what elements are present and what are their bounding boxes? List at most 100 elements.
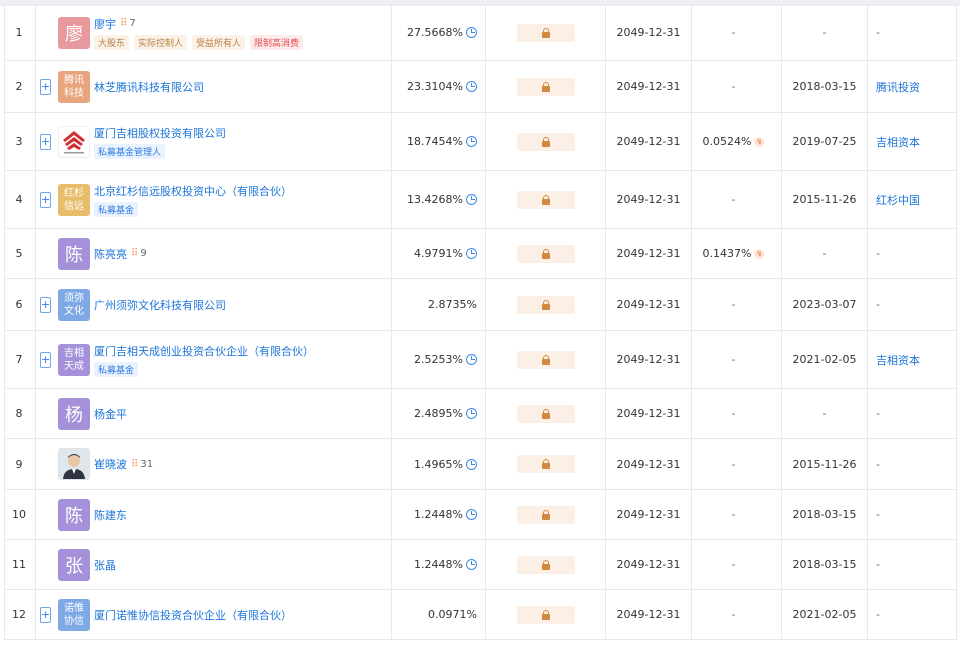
shareholder-table: 1 廖 廖宇 ⠿ 7 大股东 实际控制人 受益所有人 限制高消费 27.5668… <box>4 4 957 640</box>
table-row: 1 廖 廖宇 ⠿ 7 大股东 实际控制人 受益所有人 限制高消费 27.5668… <box>4 4 957 61</box>
first-holding-date-cell: - <box>781 228 868 279</box>
shareholder-avatar[interactable]: 腾讯 科技 <box>58 70 90 103</box>
shareholder-name-link[interactable]: 北京红杉信远股权投资中心（有限合伙） <box>94 183 292 199</box>
related-product-cell: - <box>867 539 957 590</box>
shareholder-avatar[interactable]: 张 <box>58 548 90 581</box>
indirect-ratio: - <box>731 457 736 471</box>
ratio-cell: 4.9791% <box>391 228 486 279</box>
shareholder-name-link[interactable]: 厦门吉相天成创业投资合伙企业（有限合伙） <box>94 343 314 359</box>
indirect-wrap: - <box>732 458 736 471</box>
expand-plus-icon[interactable]: + <box>40 606 51 623</box>
subscription-due-date: 2049-12-31 <box>616 26 681 39</box>
shareholder-name-link[interactable]: 廖宇 <box>94 16 116 32</box>
equity-chart-icon[interactable] <box>466 509 477 520</box>
locked-value-button[interactable] <box>516 295 575 314</box>
locked-value-button[interactable] <box>516 244 575 263</box>
shareholder-name-link[interactable]: 陈亮亮 <box>94 246 127 262</box>
expand-plus-icon[interactable]: + <box>40 296 51 313</box>
shareholder-avatar[interactable]: 杨 <box>58 397 90 430</box>
equity-chart-icon[interactable] <box>466 27 477 38</box>
relation-badge[interactable]: ⠿ 9 <box>131 248 147 259</box>
subscription-due-date: 2049-12-31 <box>616 193 681 206</box>
relation-badge[interactable]: ⠿ 7 <box>120 18 136 29</box>
shareholder-name-wrap: 陈 陈亮亮 ⠿ 9 <box>40 237 387 270</box>
shareholder-name-link[interactable]: 厦门诺惟协信投资合伙企业（有限合伙） <box>94 607 292 623</box>
indirect-path-icon[interactable]: ↯ <box>754 136 765 147</box>
first-holding-date: 2015-11-26 <box>792 457 857 471</box>
equity-chart-icon[interactable] <box>466 136 477 147</box>
expand-plus-icon[interactable]: + <box>40 351 51 368</box>
locked-value-button[interactable] <box>516 404 575 423</box>
shareholder-name-link[interactable]: 杨金平 <box>94 406 127 422</box>
shareholder-info: 广州须弥文化科技有限公司 <box>94 297 226 313</box>
equity-chart-icon[interactable] <box>466 81 477 92</box>
shareholder-avatar[interactable]: 廖 <box>58 16 90 49</box>
shareholder-name-link[interactable]: 张晶 <box>94 557 116 573</box>
locked-value-button[interactable] <box>516 505 575 524</box>
lock-icon <box>541 459 550 469</box>
shareholder-name-link[interactable]: 陈建东 <box>94 507 127 523</box>
lock-icon <box>541 509 550 520</box>
indirect-cell: - <box>691 438 782 490</box>
locked-value-button[interactable] <box>516 605 575 624</box>
shareholder-avatar[interactable]: 吉相 天成 <box>58 343 90 376</box>
equity-chart-icon[interactable] <box>466 458 477 470</box>
shareholder-name-link[interactable]: 林芝腾讯科技有限公司 <box>94 79 204 95</box>
related-product-link[interactable]: 吉相资本 <box>876 354 920 367</box>
ratio-cell: 1.2448% <box>391 489 486 540</box>
shareholder-avatar[interactable]: 陈 <box>58 237 90 270</box>
person-photo-icon[interactable] <box>58 448 90 480</box>
related-product-cell: - <box>867 589 957 640</box>
related-product-link[interactable]: 红杉中国 <box>876 194 920 207</box>
equity-chart-icon[interactable] <box>466 559 477 570</box>
related-product-link[interactable]: 吉相资本 <box>876 136 920 149</box>
locked-value-button[interactable] <box>516 455 575 473</box>
relation-badge[interactable]: ⠿ 31 <box>131 459 153 470</box>
locked-value-button[interactable] <box>516 132 575 151</box>
ratio-cell: 2.8735% <box>391 278 486 331</box>
date-cell: 2049-12-31 <box>605 330 692 389</box>
related-product-link: - <box>876 407 880 420</box>
shareholder-avatar[interactable]: 陈 <box>58 498 90 531</box>
row-index-cell: 8 <box>4 388 36 439</box>
equity-chart-icon[interactable] <box>466 248 477 259</box>
row-index: 10 <box>12 508 26 521</box>
shareholder-name-wrap: 陈 陈建东 <box>40 498 387 531</box>
company-logo-icon[interactable] <box>58 125 90 158</box>
equity-chart-icon[interactable] <box>466 354 477 365</box>
first-holding-date: 2021-02-05 <box>792 353 857 366</box>
shareholder-tags: 私募基金 <box>94 361 314 377</box>
expand-plus-icon[interactable]: + <box>40 78 51 95</box>
date-cell: 2049-12-31 <box>605 438 692 490</box>
first-holding-date: 2023-03-07 <box>792 298 857 311</box>
indirect-path-icon[interactable]: ↯ <box>754 248 765 259</box>
locked-value-button[interactable] <box>516 555 575 574</box>
related-product-link[interactable]: 腾讯投资 <box>876 81 920 94</box>
expand-plus-icon[interactable]: + <box>40 133 51 150</box>
shareholder-avatar[interactable]: 红杉 信远 <box>58 183 90 216</box>
locked-value-button[interactable] <box>516 350 575 369</box>
shareholder-name-line: 杨金平 <box>94 406 127 422</box>
table-row: 10 陈 陈建东 1.2448% 2049-12-31 - 2018-03-15… <box>4 489 957 540</box>
locked-value-button[interactable] <box>516 77 575 96</box>
shareholder-avatar[interactable]: 须弥 文化 <box>58 288 90 321</box>
locked-value-button[interactable] <box>516 190 575 209</box>
row-index-cell: 6 <box>4 278 36 331</box>
shareholder-name-link[interactable]: 广州须弥文化科技有限公司 <box>94 297 226 313</box>
indirect-ratio: - <box>731 26 736 39</box>
equity-chart-icon[interactable] <box>466 408 477 419</box>
shareholding-ratio: 1.4965% <box>414 457 463 471</box>
indirect-ratio: 0.1437% <box>702 247 752 260</box>
shareholding-ratio: 4.9791% <box>414 247 463 260</box>
related-product-cell: - <box>867 278 957 331</box>
shareholder-info: 廖宇 ⠿ 7 大股东 实际控制人 受益所有人 限制高消费 <box>94 16 308 50</box>
first-holding-date: 2018-03-15 <box>792 558 857 571</box>
shareholder-avatar[interactable]: 诺惟 协信 <box>58 598 90 631</box>
equity-chart-icon[interactable] <box>466 194 477 205</box>
shareholder-name-link[interactable]: 崔晓波 <box>94 456 127 472</box>
expand-plus-icon[interactable]: + <box>40 191 51 208</box>
indirect-wrap: - <box>732 26 736 39</box>
locked-value-button[interactable] <box>516 23 575 42</box>
shareholding-ratio: 2.5253% <box>414 353 463 366</box>
shareholder-name-link[interactable]: 厦门吉相股权投资有限公司 <box>94 125 226 141</box>
